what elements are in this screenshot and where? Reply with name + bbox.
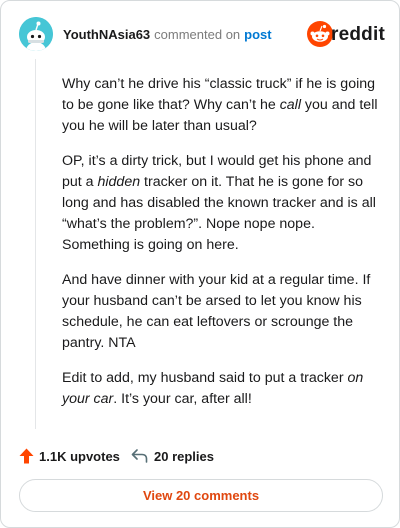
upvote-button[interactable]: 1.1K upvotes (19, 446, 120, 466)
reddit-logo-icon (307, 21, 333, 47)
username-link[interactable]: YouthNAsia63 (63, 27, 150, 42)
reddit-wordmark: reddit (331, 24, 385, 45)
comment-actions: 1.1K upvotes 20 replies (19, 446, 379, 466)
upvote-count: 1.1K upvotes (39, 448, 120, 464)
upvote-arrow-icon (19, 448, 34, 464)
snoo-avatar-icon[interactable] (19, 17, 53, 51)
comment-paragraph: Why can’t he drive his “classic truck” i… (62, 74, 380, 137)
comment-text: . It’s your car, after all! (113, 391, 252, 407)
comment-paragraph: OP, it’s a dirty trick, but I would get … (62, 151, 380, 256)
comment-text: And have dinner with your kid at a regul… (62, 272, 371, 351)
reddit-brand[interactable]: reddit (305, 21, 385, 47)
comment-meta: YouthNAsia63 commented on post (63, 27, 272, 42)
replies-button[interactable]: 20 replies (131, 446, 214, 466)
post-link[interactable]: post (244, 27, 271, 42)
comment-text: Edit to add, my husband said to put a tr… (62, 370, 348, 386)
comment-body: Why can’t he drive his “classic truck” i… (62, 74, 380, 424)
comment-card: YouthNAsia63 commented on post reddit Why … (0, 0, 400, 528)
emphasized-text: hidden (97, 174, 141, 190)
reply-arrow-icon (131, 449, 148, 463)
comment-paragraph: And have dinner with your kid at a regul… (62, 270, 380, 354)
commented-on-text: commented on (154, 27, 241, 42)
emphasized-text: call (279, 97, 301, 113)
view-comments-button[interactable]: View 20 comments (19, 479, 383, 512)
comment-paragraph: Edit to add, my husband said to put a tr… (62, 368, 380, 410)
thread-line (35, 59, 36, 429)
comment-header: YouthNAsia63 commented on post reddit (19, 17, 385, 53)
replies-count: 20 replies (154, 448, 214, 464)
